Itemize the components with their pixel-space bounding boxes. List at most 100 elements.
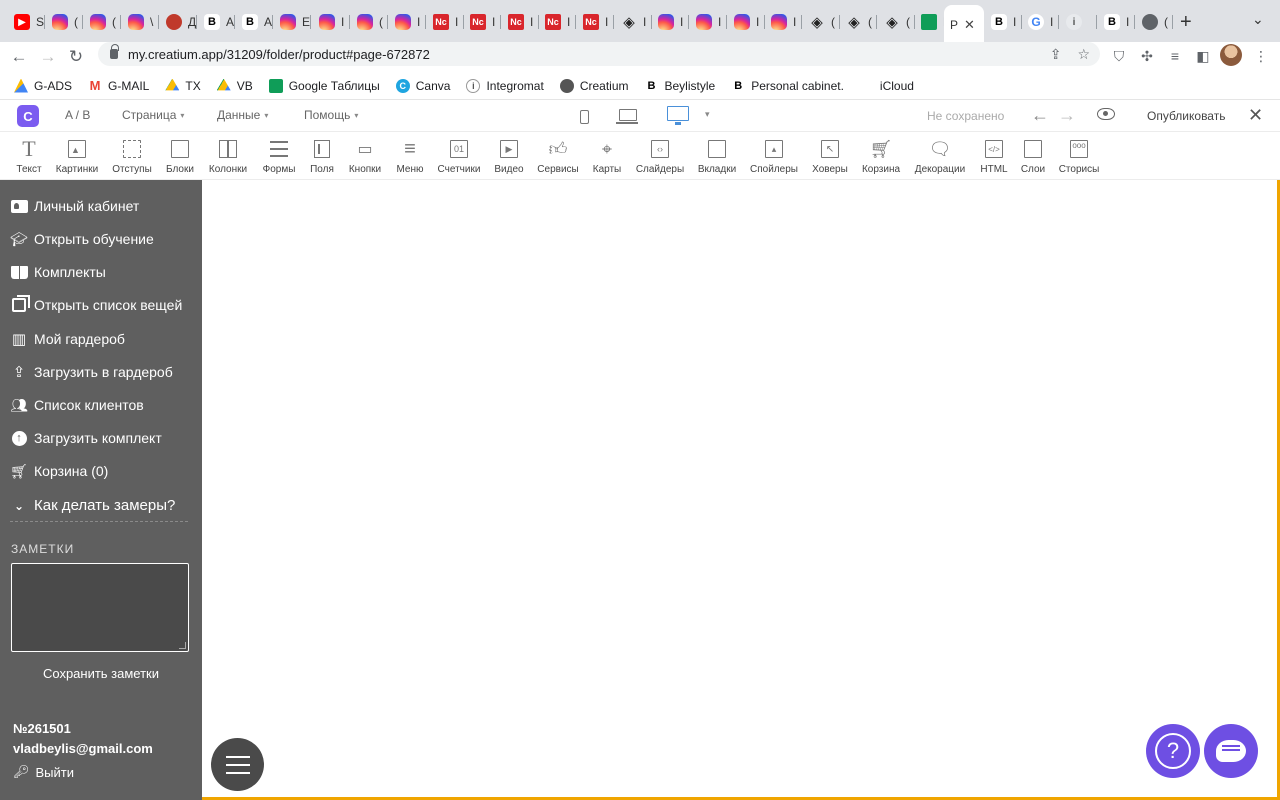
- media-queue-icon[interactable]: ≡: [1164, 45, 1186, 67]
- browser-tab[interactable]: (: [84, 8, 121, 36]
- browser-tab[interactable]: Nc I: [464, 8, 501, 36]
- device-chevron-down-icon[interactable]: ▾: [705, 109, 710, 120]
- browser-tab[interactable]: BA: [236, 8, 273, 36]
- sidebar-item-id-card[interactable]: Личный кабинет: [10, 198, 139, 214]
- browser-tab[interactable]: ◈(: [878, 8, 915, 36]
- shield-extension-icon[interactable]: ⛉: [1108, 45, 1130, 67]
- help-button[interactable]: ?: [1146, 724, 1200, 778]
- bookmark-item[interactable]: iCloud: [860, 79, 914, 93]
- data-menu[interactable]: Данные ▾: [217, 108, 268, 122]
- preview-eye-icon[interactable]: [1097, 108, 1115, 120]
- bookmark-item[interactable]: VB: [216, 78, 253, 93]
- sidebar-item-circle-up[interactable]: ↑ Загрузить комплект: [10, 430, 162, 446]
- browser-tab[interactable]: ▶ S: [8, 8, 45, 36]
- bookmark-item[interactable]: B Personal cabinet.: [731, 79, 844, 93]
- menu-line: [225, 771, 250, 774]
- bookmark-item[interactable]: i Integromat: [466, 78, 544, 93]
- redo-arrow-icon[interactable]: →: [1058, 105, 1076, 126]
- widget-tabs[interactable]: Вкладки: [687, 138, 747, 175]
- close-tab-icon[interactable]: ✕: [964, 17, 975, 33]
- browser-tab[interactable]: I: [728, 8, 765, 36]
- widget-spoiler[interactable]: ▴ Спойлеры: [744, 138, 804, 175]
- browser-tab[interactable]: Nc I: [539, 8, 576, 36]
- widget-slider[interactable]: ‹› Слайдеры: [630, 138, 690, 175]
- sidebar-item-wardrobe[interactable]: ▥ Мой гардероб: [10, 331, 125, 348]
- back-arrow-icon[interactable]: ←: [6, 44, 32, 70]
- browser-tab[interactable]: GI: [1022, 8, 1059, 36]
- bookmark-item[interactable]: M G-MAIL: [88, 78, 150, 93]
- browser-tab[interactable]: I: [690, 8, 727, 36]
- browser-tab[interactable]: i: [1060, 8, 1097, 36]
- browser-tab[interactable]: BI: [1098, 8, 1135, 36]
- browser-tab[interactable]: ◈(: [803, 8, 840, 36]
- bookmark-item[interactable]: B Beylistyle: [645, 79, 716, 93]
- profile-avatar[interactable]: [1220, 44, 1242, 66]
- ab-test-menu[interactable]: A / B: [65, 108, 90, 122]
- sidebar-item-copy[interactable]: Открыть список вещей: [10, 295, 182, 313]
- browser-tab[interactable]: Nc I: [427, 8, 464, 36]
- sidebar-item-book[interactable]: Комплекты: [10, 264, 106, 280]
- notes-textarea[interactable]: [11, 563, 189, 652]
- close-icon[interactable]: ✕: [1248, 105, 1263, 126]
- map-pin-icon: ⌖: [601, 138, 613, 159]
- reload-icon[interactable]: ↻: [63, 44, 89, 70]
- page-menu[interactable]: Страница ▾: [122, 108, 184, 122]
- browser-tab[interactable]: BA: [198, 8, 235, 36]
- widget-cart[interactable]: 🛒︎ Корзина: [851, 138, 911, 176]
- chat-button[interactable]: [1204, 724, 1258, 778]
- browser-tab[interactable]: I: [389, 8, 426, 36]
- bookmark-item[interactable]: Creatium: [559, 78, 629, 93]
- bookmark-item[interactable]: G-ADS: [14, 78, 72, 93]
- desktop-device-icon[interactable]: [667, 106, 689, 125]
- browser-tab[interactable]: I: [765, 8, 802, 36]
- browser-tab[interactable]: Nc I: [502, 8, 539, 36]
- bookmark-star-icon[interactable]: ☆: [1077, 46, 1090, 63]
- browser-menu-icon[interactable]: ⋮: [1250, 45, 1272, 67]
- puzzle-extensions-icon[interactable]: ✣: [1136, 45, 1158, 67]
- browser-tab[interactable]: (: [46, 8, 83, 36]
- save-notes-button[interactable]: Сохранить заметки: [0, 666, 202, 681]
- url-text[interactable]: my.creatium.app/31209/folder/product#pag…: [128, 47, 430, 62]
- share-icon[interactable]: ⇪: [1050, 46, 1062, 63]
- browser-tab[interactable]: I: [652, 8, 689, 36]
- bookmark-item[interactable]: Google Таблицы: [268, 78, 380, 93]
- browser-tab[interactable]: (: [351, 8, 388, 36]
- widget-speech-bubble[interactable]: 🗨︎ Декорации: [910, 138, 970, 176]
- laptop-device-icon[interactable]: [616, 109, 638, 124]
- creatium-logo[interactable]: C: [17, 105, 39, 127]
- tab-search-chevron-icon[interactable]: ⌄: [1252, 11, 1264, 28]
- browser-tab[interactable]: ◈ I: [615, 8, 652, 36]
- help-menu[interactable]: Помощь ▾: [304, 108, 358, 122]
- browser-tab[interactable]: (: [1136, 8, 1173, 36]
- bookmark-item[interactable]: C Canva: [395, 78, 450, 93]
- widget-stories[interactable]: ooo Сторисы: [1049, 138, 1109, 175]
- lock-icon[interactable]: [110, 44, 119, 59]
- browser-tab[interactable]: P ✕: [944, 5, 984, 42]
- address-bar[interactable]: my.creatium.app/31209/folder/product#pag…: [98, 42, 1100, 66]
- widget-map-pin[interactable]: ⌖ Карты: [577, 138, 637, 176]
- mobile-device-icon[interactable]: [580, 110, 589, 124]
- side-panel-icon[interactable]: ◧: [1192, 45, 1214, 67]
- sidebar-item-label: Мой гардероб: [34, 331, 125, 347]
- sidebar-item-users[interactable]: 👥︎ Список клиентов: [10, 397, 144, 414]
- hamburger-menu-button[interactable]: [211, 738, 264, 791]
- sidebar-item-chevron-down[interactable]: ⌄ Как делать замеры?: [10, 497, 175, 514]
- publish-button[interactable]: Опубликовать: [1147, 109, 1225, 123]
- editor-canvas[interactable]: [202, 180, 1280, 800]
- browser-tab[interactable]: I: [313, 8, 350, 36]
- forward-arrow-icon[interactable]: →: [35, 44, 61, 70]
- new-tab-button[interactable]: +: [1180, 11, 1192, 34]
- bookmark-item[interactable]: TX: [165, 78, 201, 93]
- browser-tab[interactable]: \: [122, 8, 159, 36]
- sidebar-item-teacher[interactable]: 🎓︎ Открыть обучение: [10, 231, 154, 248]
- browser-tab[interactable]: Д: [160, 8, 197, 36]
- browser-tab[interactable]: BI: [985, 8, 1022, 36]
- sidebar-item-cart[interactable]: 🛒︎ Корзина (0): [10, 463, 108, 480]
- logout-button[interactable]: 🔑︎ Выйти: [13, 764, 74, 780]
- browser-tab[interactable]: E: [274, 8, 311, 36]
- browser-tab[interactable]: ◈(: [840, 8, 877, 36]
- browser-tab[interactable]: Nc I: [577, 8, 614, 36]
- sidebar-item-upload[interactable]: ⇪ Загрузить в гардероб: [10, 364, 173, 381]
- undo-arrow-icon[interactable]: ←: [1031, 105, 1049, 126]
- widget-image[interactable]: ▲ Картинки: [47, 138, 107, 175]
